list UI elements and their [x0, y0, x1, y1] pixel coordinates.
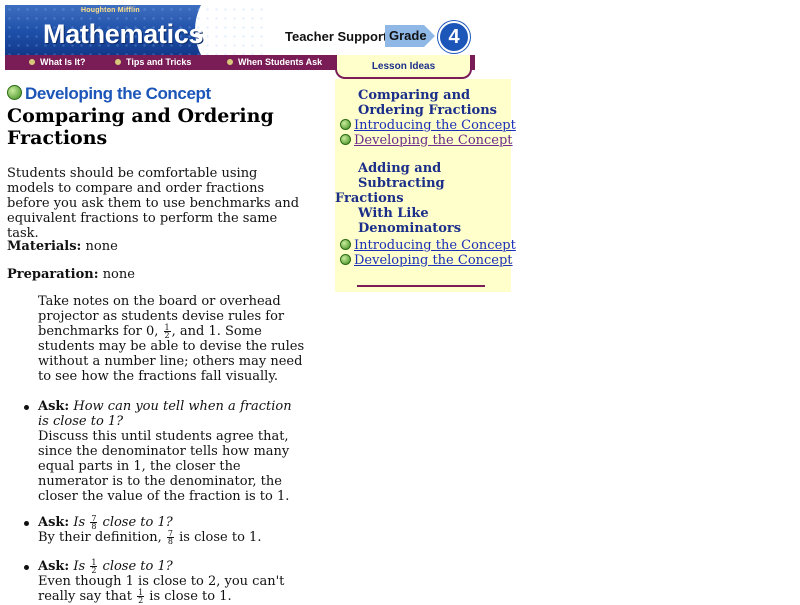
nav-bullet-icon: [115, 59, 121, 65]
preparation-value: none: [102, 267, 135, 282]
link-label: Introducing the Concept: [354, 118, 516, 133]
ask-label: Ask:: [38, 559, 70, 574]
fraction-denominator: 2: [138, 596, 144, 605]
section-heading-text: Developing the Concept: [25, 84, 211, 103]
brand-logo-title[interactable]: Mathematics: [43, 19, 204, 49]
ask-answer-post: is close to 1.: [149, 589, 232, 604]
nav-bullet-icon: [29, 59, 35, 65]
preparation-label: Preparation:: [7, 267, 99, 282]
green-bullet-icon: [340, 254, 351, 265]
link-developing-concept[interactable]: Developing the Concept: [340, 253, 513, 268]
bullet-icon: [24, 405, 29, 410]
ask-question-pre: Is: [73, 515, 86, 530]
nav-label: What Is It?: [40, 57, 86, 67]
green-bullet-icon: [340, 239, 351, 250]
link-label: Developing the Concept: [354, 133, 513, 148]
nav-what-is-it[interactable]: What Is It?: [29, 55, 86, 70]
materials-value: none: [85, 239, 118, 254]
publisher-name: Houghton Mifflin: [81, 7, 140, 14]
link-developing-concept[interactable]: Developing the Concept: [340, 133, 513, 148]
ask-question-post: close to 1?: [102, 515, 173, 530]
lesson-group-title: Comparing and Ordering Fractions: [358, 88, 497, 118]
materials-line: Materials: none: [7, 239, 118, 254]
fraction-one-half: 12: [137, 589, 145, 605]
title-line: Denominators: [358, 221, 462, 236]
title-line: Adding and: [358, 161, 442, 176]
grade-label: Grade: [389, 28, 427, 43]
nav-tips-and-tricks[interactable]: Tips and Tricks: [115, 55, 191, 70]
ask-answer-pre: By their definition,: [38, 530, 162, 545]
nav-bullet-icon: [227, 59, 233, 65]
ask-question: How can you tell when a fraction is clos…: [38, 399, 292, 429]
bullet-icon: [24, 521, 29, 526]
ask-label: Ask:: [38, 399, 70, 414]
green-bullet-icon: [7, 85, 22, 100]
ask-item: Ask: Is 78 close to 1? By their definiti…: [24, 515, 300, 546]
header-banner: Houghton Mifflin Mathematics Teacher Sup…: [5, 5, 475, 55]
fraction-one-half: 12: [163, 324, 171, 340]
fraction-denominator: 2: [91, 566, 97, 575]
lesson-group-title: Adding and Subtracting Fractions With Li…: [335, 161, 505, 236]
materials-label: Materials:: [7, 239, 82, 254]
link-introducing-concept[interactable]: Introducing the Concept: [340, 238, 516, 253]
tab-lesson-ideas[interactable]: Lesson Ideas: [335, 55, 472, 79]
intro-paragraph: Students should be comfortable using mod…: [7, 166, 300, 241]
ask-question-post: close to 1?: [102, 559, 173, 574]
fraction-denominator: 8: [91, 522, 97, 531]
fraction-denominator: 8: [167, 537, 173, 546]
title-line: With Like: [358, 206, 429, 221]
preparation-line: Preparation: none: [7, 267, 135, 282]
title-line: Subtracting: [358, 176, 445, 191]
section-heading: Developing the Concept: [7, 84, 211, 104]
ask-answer-post: is close to 1.: [179, 530, 262, 545]
page-title: Comparing and Ordering Fractions: [7, 105, 274, 149]
fraction-seven-eighths: 78: [90, 515, 98, 531]
grade-number-badge: 4: [438, 21, 470, 53]
ask-label: Ask:: [38, 515, 70, 530]
teacher-support-label: Teacher Support: [285, 29, 388, 44]
fraction-seven-eighths: 78: [166, 530, 174, 546]
title-line: Fractions: [335, 191, 404, 206]
link-label: Introducing the Concept: [354, 238, 516, 253]
green-bullet-icon: [340, 134, 351, 145]
nav-label: When Students Ask: [238, 57, 323, 67]
ask-answer: Discuss this until students agree that, …: [38, 429, 290, 504]
bullet-icon: [24, 565, 29, 570]
ask-question-pre: Is: [73, 559, 86, 574]
notes-paragraph: Take notes on the board or overhead proj…: [38, 294, 310, 384]
nav-label: Tips and Tricks: [126, 57, 192, 67]
ask-item: Ask: Is 12 close to 1? Even though 1 is …: [24, 559, 300, 605]
green-bullet-icon: [340, 119, 351, 130]
fraction-one-half: 12: [90, 559, 98, 575]
nav-when-students-ask[interactable]: When Students Ask: [227, 55, 322, 70]
divider-rule: [357, 285, 485, 287]
link-label: Developing the Concept: [354, 253, 513, 268]
ask-item: Ask: How can you tell when a fraction is…: [24, 399, 300, 504]
lesson-ideas-panel: Comparing and Ordering Fractions Introdu…: [335, 79, 516, 292]
link-introducing-concept[interactable]: Introducing the Concept: [340, 118, 516, 133]
fraction-denominator: 2: [164, 331, 170, 340]
